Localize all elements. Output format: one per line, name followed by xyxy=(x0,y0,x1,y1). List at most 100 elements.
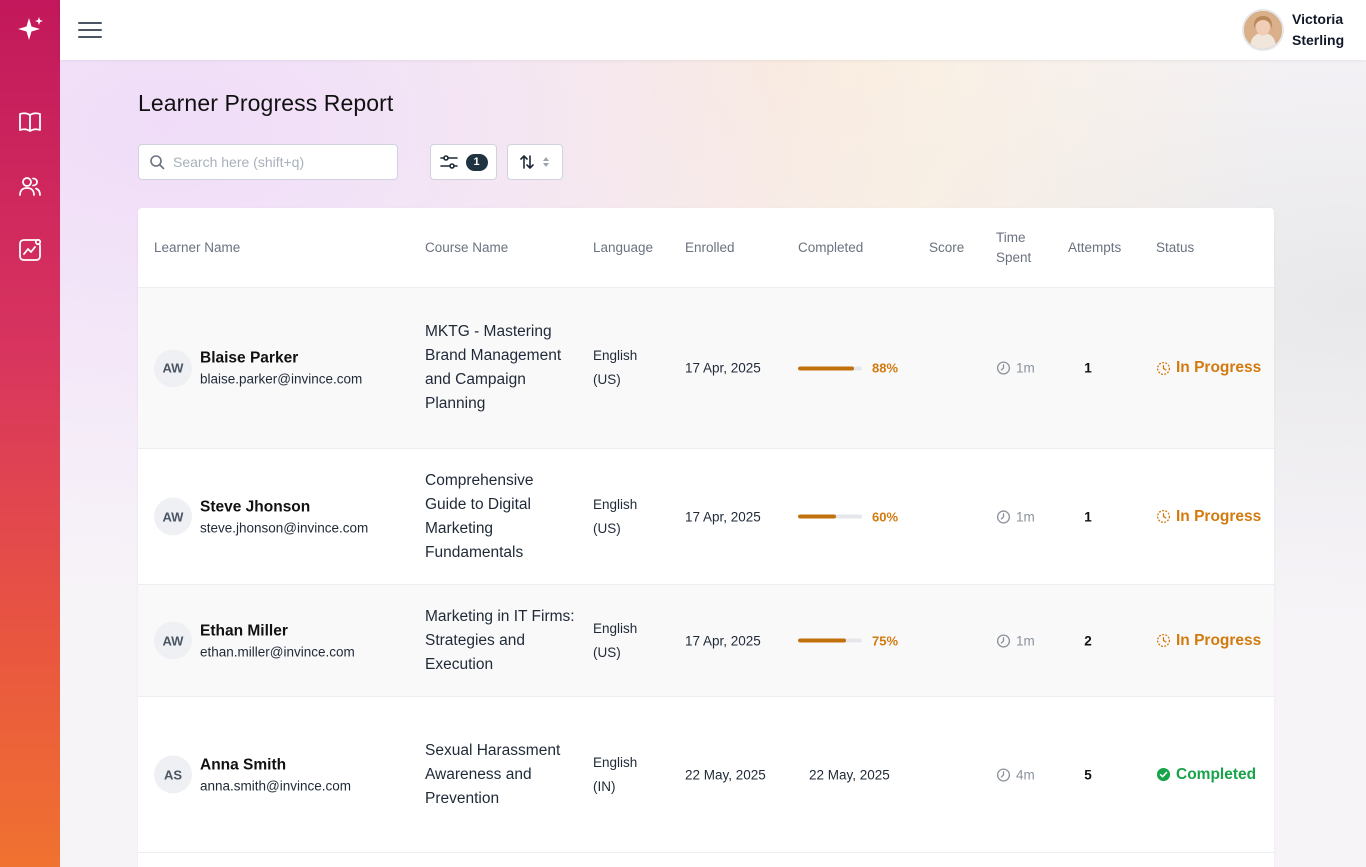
learner-name[interactable]: Anna Smith xyxy=(200,753,351,776)
attempts: 1 xyxy=(1084,360,1092,376)
time-spent-value: 1m xyxy=(1016,509,1035,524)
learner-cell: AW Blaise Parker blaise.parker@invince.c… xyxy=(154,347,362,390)
learner-email: anna.smith@invince.com xyxy=(200,778,352,793)
filter-button[interactable]: 1 xyxy=(430,144,497,180)
table-row[interactable]: AW Ethan Miller ethan.miller@invince.com… xyxy=(138,585,1274,697)
enrolled-date: 22 May, 2025 xyxy=(685,767,766,782)
language: English (IN) xyxy=(593,754,638,794)
header-enrolled[interactable]: Enrolled xyxy=(685,238,735,258)
table-row[interactable]: AS Anna Smith anna.smith@invince.com Sex… xyxy=(138,697,1274,853)
learner-cell: AW Ethan Miller ethan.miller@invince.com xyxy=(154,619,355,662)
progress: 60% xyxy=(798,509,898,524)
course-name: Sexual Harassment Awareness and Preventi… xyxy=(425,741,561,807)
book-icon[interactable] xyxy=(10,102,50,142)
header-language[interactable]: Language xyxy=(593,238,653,258)
learner-email: blaise.parker@invince.com xyxy=(200,371,363,387)
time-spent: 1m xyxy=(996,509,1035,524)
learner-name[interactable]: Steve Jhonson xyxy=(200,495,368,518)
user-name: Victoria Sterling xyxy=(1292,11,1345,48)
course-name: Comprehensive Guide to Digital Marketing… xyxy=(425,471,534,561)
sort-button[interactable] xyxy=(507,144,563,180)
header-learner-name[interactable]: Learner Name xyxy=(154,238,240,258)
menu-icon[interactable] xyxy=(78,20,102,40)
learner-name[interactable]: Blaise Parker xyxy=(200,347,362,370)
learner-email: steve.jhonson@invince.com xyxy=(200,520,369,535)
header-completed[interactable]: Completed xyxy=(798,238,863,258)
status-label: Completed xyxy=(1176,765,1257,783)
table-row[interactable]: AW Steve Jhonson steve.jhonson@invince.c… xyxy=(138,449,1274,585)
user-profile[interactable]: Victoria Sterling xyxy=(1242,9,1346,51)
learner-initials-avatar: AS xyxy=(154,755,192,794)
progress-bar xyxy=(798,514,862,519)
enrolled-date: 17 Apr, 2025 xyxy=(685,509,761,524)
status-badge: Completed xyxy=(1156,766,1256,784)
sidebar xyxy=(0,0,60,867)
learner-initials-avatar: AW xyxy=(154,621,192,660)
progress-bar xyxy=(798,366,862,370)
page-title: Learner Progress Report xyxy=(138,90,394,116)
progress-bar-fill xyxy=(798,638,846,643)
progress: 75% xyxy=(798,633,898,648)
attempts: 5 xyxy=(1084,767,1092,782)
progress: 88% xyxy=(798,361,898,376)
header-status[interactable]: Status xyxy=(1156,238,1194,258)
check-circle-icon xyxy=(1156,767,1171,782)
language: English (US) xyxy=(593,496,638,536)
learner-initials-avatar: AW xyxy=(154,497,192,536)
analytics-icon[interactable] xyxy=(10,230,50,270)
in-progress-clock-icon xyxy=(1156,361,1171,375)
status-badge: In Progress xyxy=(1156,508,1261,526)
in-progress-clock-icon xyxy=(1156,633,1171,648)
time-spent-value: 4m xyxy=(1016,767,1035,782)
clock-icon xyxy=(996,509,1011,524)
progress-bar-fill xyxy=(798,366,855,370)
clock-icon xyxy=(996,361,1011,375)
learner-initials-avatar: AW xyxy=(154,349,192,387)
attempts: 2 xyxy=(1084,633,1092,648)
completed-date: 22 May, 2025 xyxy=(809,767,890,782)
course-name: MKTG - Mastering Brand Management and Ca… xyxy=(425,323,562,412)
time-spent: 4m xyxy=(996,767,1035,782)
learner-cell: AS Anna Smith anna.smith@invince.com xyxy=(154,753,351,796)
main-content: Learner Progress Report 1 Learner Name C… xyxy=(60,60,1366,867)
clock-icon xyxy=(996,633,1011,648)
sparkle-logo-icon[interactable] xyxy=(14,14,46,46)
header-score[interactable]: Score xyxy=(929,238,964,258)
learner-name[interactable]: Ethan Miller xyxy=(200,619,355,642)
top-bar: Victoria Sterling xyxy=(60,0,1366,60)
attempts: 1 xyxy=(1084,509,1092,524)
time-spent-value: 1m xyxy=(1016,360,1035,376)
time-spent: 1m xyxy=(996,633,1035,648)
status-badge: In Progress xyxy=(1156,359,1261,377)
header-time-spent[interactable]: Time Spent xyxy=(996,228,1036,268)
progress-bar xyxy=(798,638,862,643)
search-icon xyxy=(150,155,165,170)
progress-percent: 75% xyxy=(872,633,899,648)
header-course-name[interactable]: Course Name xyxy=(425,238,508,258)
sliders-icon xyxy=(439,155,458,169)
status-label: In Progress xyxy=(1176,631,1262,649)
learner-progress-table: Learner Name Course Name Language Enroll… xyxy=(138,208,1274,867)
chevron-updown-icon xyxy=(543,157,549,167)
time-spent-value: 1m xyxy=(1016,633,1035,648)
header-attempts[interactable]: Attempts xyxy=(1068,238,1121,258)
language: English (US) xyxy=(593,348,638,387)
users-icon[interactable] xyxy=(10,166,50,206)
clock-icon xyxy=(996,767,1011,782)
search-box[interactable] xyxy=(138,144,398,180)
course-name: Marketing in IT Firms: Strategies and Ex… xyxy=(425,607,575,673)
table-header: Learner Name Course Name Language Enroll… xyxy=(138,208,1274,288)
status-label: In Progress xyxy=(1176,359,1262,376)
table-row[interactable]: AW Blaise Parker blaise.parker@invince.c… xyxy=(138,288,1274,449)
learner-cell: AW Steve Jhonson steve.jhonson@invince.c… xyxy=(154,495,368,538)
enrolled-date: 17 Apr, 2025 xyxy=(685,360,761,376)
enrolled-date: 17 Apr, 2025 xyxy=(685,633,761,648)
progress-percent: 88% xyxy=(872,360,899,376)
sort-arrows-icon xyxy=(520,155,534,169)
avatar[interactable] xyxy=(1242,9,1284,51)
filter-count-badge: 1 xyxy=(465,153,488,171)
in-progress-clock-icon xyxy=(1156,509,1171,524)
progress-bar-fill xyxy=(798,514,837,519)
search-input[interactable] xyxy=(173,154,383,170)
language: English (US) xyxy=(593,620,638,660)
